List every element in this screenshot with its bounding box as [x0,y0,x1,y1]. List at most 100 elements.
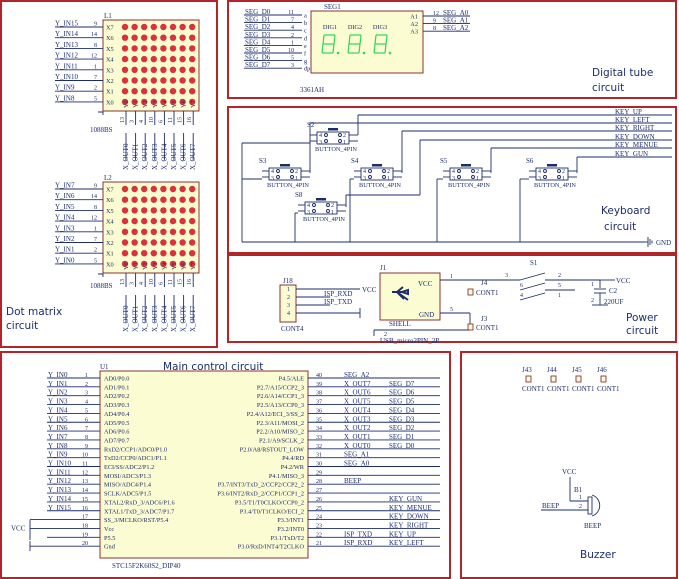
mcu-right-label-12: P3.7/INT3/TxD_2/CCP2/CCP2_2 [218,482,304,489]
row-label-2: X5 [106,208,114,215]
mcu-left-label-18: P5.5 [104,535,115,542]
mcu-left-net-13: Y_IN13 [48,486,71,494]
led-dot [121,88,129,95]
led-dot [141,185,148,193]
row-net-5: Y_IN10 [55,73,78,81]
led-dot [141,239,148,246]
mcu-right-net-b-3: SEG_D5 [389,398,415,406]
tube-dp [336,51,340,55]
col-pin-6: 15 [178,279,184,285]
mcu-right-net-b-2: SEG_D6 [389,389,415,397]
led-dot [189,45,196,52]
mcu-right-net-a-3: X_OUT5 [344,398,371,406]
row-label-1: X6 [106,35,114,42]
mcu-right-label-7: P2.1/A9/SCLK_2 [259,437,304,444]
mcu-right-net-a-2: X_OUT6 [344,389,371,397]
col-label-3: Y3 [152,100,159,108]
buzzer-conn-1-body [550,375,557,383]
l1-body [102,19,200,112]
row-net-7: Y_IN0 [55,256,75,264]
col-net-1: X_OUT1 [132,143,140,170]
led-dot [141,34,148,41]
col-pin-1: 3 [130,120,136,123]
tube-dp [362,51,366,55]
mcu-left-pin-19: 20 [82,541,88,547]
anode-pin-0: 12 [433,11,439,17]
mcu-left-label-11: MOSI/ADC3/P1.3 [104,473,151,480]
col-label-6: Y6 [181,262,188,270]
mcu-right-label-19: P3.0/RxD/INT4/T2CLKO [238,544,305,551]
j18-pin-0: 1 [287,287,290,293]
button-3-contact-a [312,203,316,207]
l2-part: 1088BS [90,282,113,290]
button-2-cap [372,164,382,167]
led-dot [141,55,148,63]
led-dot [160,185,167,193]
buzzer-part: BEEP [584,522,601,530]
col-net-4: X_OUT4 [160,143,168,170]
power-vcc: VCC [616,277,631,285]
row-pin-5: 7 [94,75,97,81]
button-4-pin4: 4 [452,169,455,175]
button-2-ref: S4 [351,157,359,165]
led-dot [189,77,196,84]
mcu-left-pin-7: 8 [85,435,88,441]
row-label-1: X6 [106,197,114,204]
led-dot [150,66,157,74]
led-dot [141,66,148,74]
mcu-left-label-10: ECI/SS/ADC2/P1.2 [104,464,154,471]
mcu-left-label-6: AD6/P0.6 [104,429,129,436]
row-label-7: X0 [106,99,114,106]
led-dot [169,207,177,214]
mcu-left-net-11: Y_IN11 [48,468,71,476]
col-pin-0: 13 [120,279,126,285]
col-label-0: Y0 [123,100,130,108]
led-dot [169,196,177,203]
button-0-contact-c [324,139,328,143]
mcu-right-net-a-19: ISP_RXD [344,539,372,547]
button-3-ref: S8 [295,191,303,199]
mcu-left-label-5: AD5/P0.5 [104,420,129,427]
mcu-left-net-8: Y_IN8 [48,442,68,450]
matrix-corner [98,111,104,115]
led-dot [141,250,148,257]
seg-letter-1: b [304,20,307,27]
button-5-pin2: 2 [562,169,565,175]
button-3-contact-d [326,209,330,213]
button-4-pin2: 2 [476,169,479,175]
mcu-right-net-a-6: X_OUT2 [344,424,371,432]
mcu-right-pin-8: 32 [316,444,322,450]
mcu-left-pin-9: 10 [82,453,88,459]
col-pin-2: 4 [139,282,145,285]
row-net-2: Y_IN5 [55,203,75,211]
led-dot [121,55,129,63]
led-dot [131,77,138,84]
button-2-pin2: 2 [387,169,390,175]
l2-body [102,181,200,274]
row-label-6: X1 [106,251,114,258]
mcu-right-label-8: P2.0/A8/RSTOUT_LOW [240,446,304,453]
button-0-cap [328,128,338,131]
mcu-right-pin-2: 38 [316,391,322,397]
switch-blade-c [519,292,546,301]
anode-pin-1: 9 [433,19,436,25]
led-dot [169,77,177,84]
row-pin-0: 9 [94,184,97,190]
led-dot [189,55,196,63]
led-dot [189,88,196,95]
tube-part: 3361AH [300,86,324,94]
mcu-left-pin-13: 14 [82,488,88,494]
led-dot [141,217,148,225]
col-net-2: X_OUT2 [141,143,149,170]
led-dot [160,196,167,203]
led-dot [150,77,157,84]
buzzer-ref: B1 [574,486,583,494]
led-dot [150,45,157,52]
mcu-left-net-9: Y_IN9 [48,451,68,459]
button-0-name: BUTTON_4PIN [315,146,357,153]
mcu-right-net-a-8: X_OUT0 [344,442,371,450]
led-dot [160,23,167,31]
row-pin-7: 5 [94,96,97,102]
row-pin-7: 5 [94,258,97,264]
led-dot [179,45,186,52]
